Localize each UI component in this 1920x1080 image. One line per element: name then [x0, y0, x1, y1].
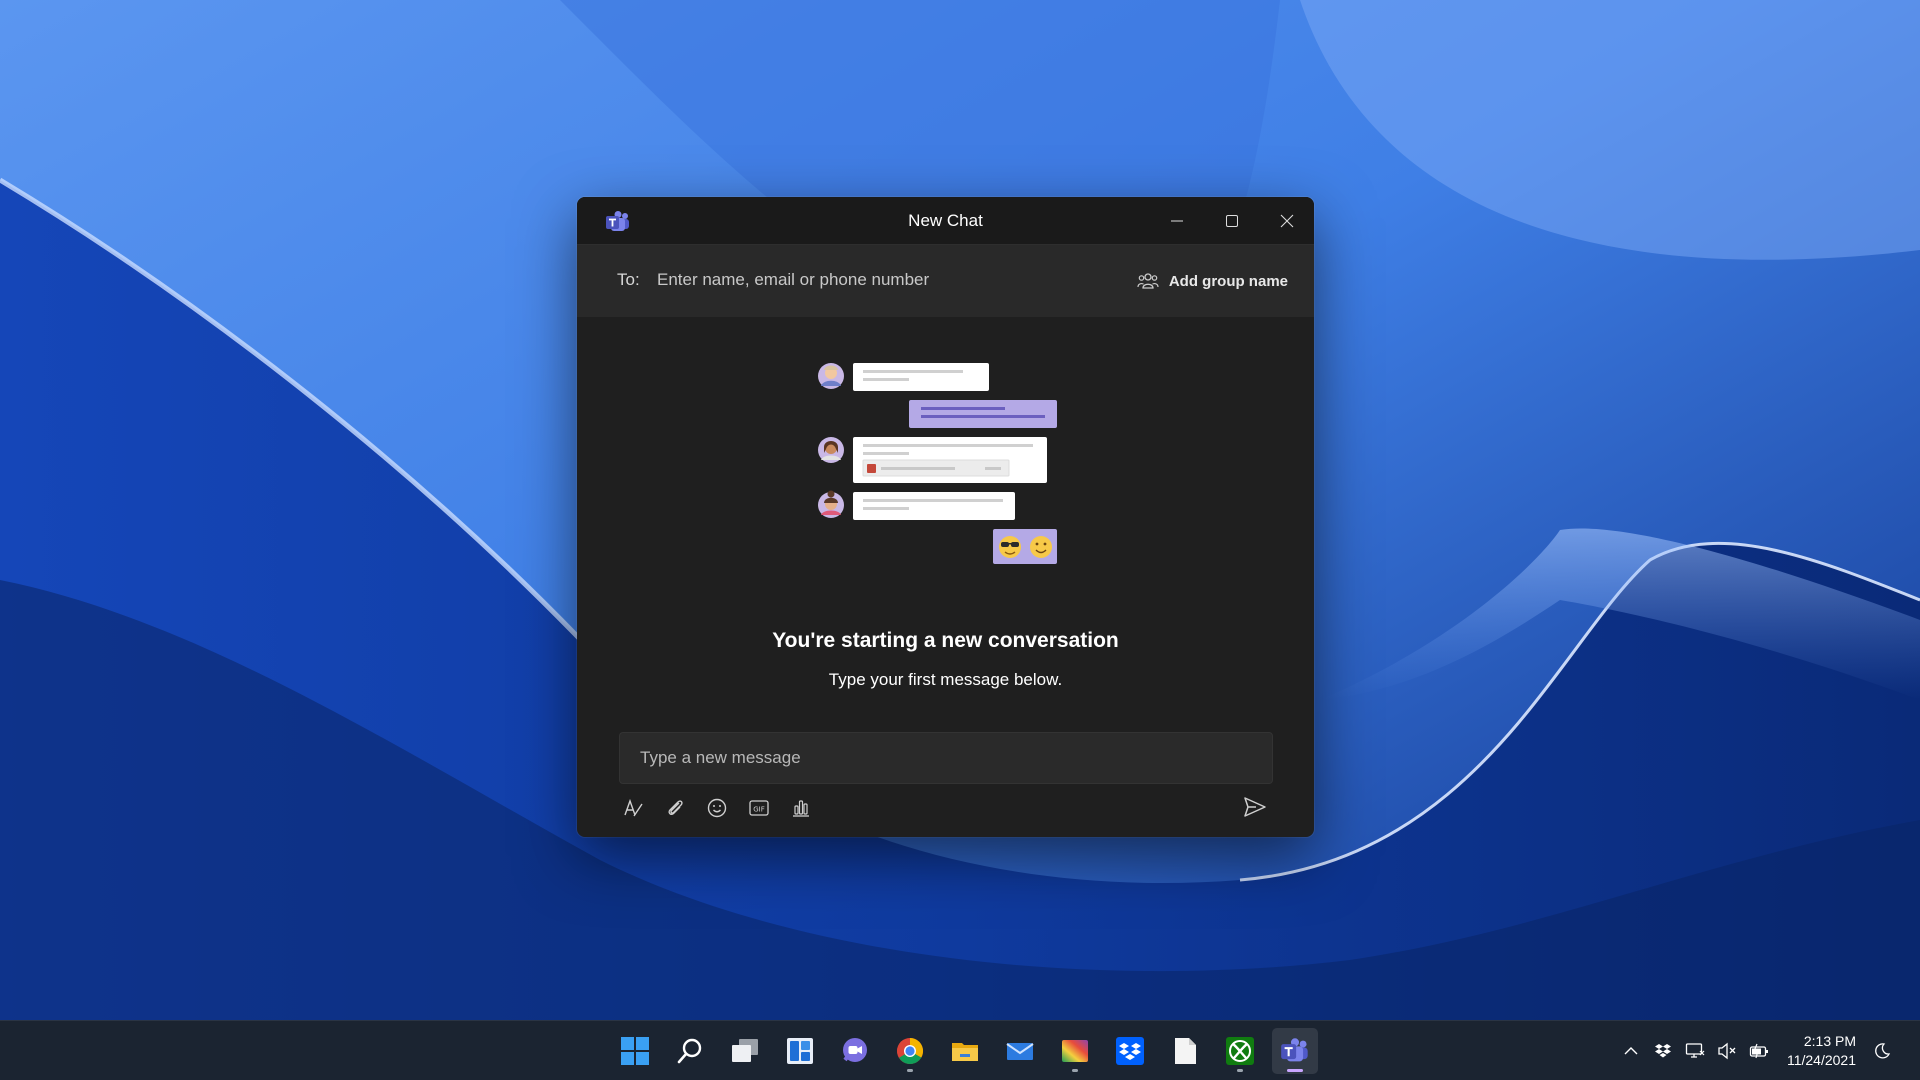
dropbox-tray-button[interactable] [1653, 1041, 1673, 1061]
gif-icon: GIF [749, 800, 769, 816]
start-icon [621, 1037, 649, 1065]
emoji-icon [707, 798, 727, 818]
photos-icon [1062, 1040, 1088, 1062]
taskbar: 2:13 PM 11/24/2021 [0, 1020, 1920, 1080]
format-button[interactable] [621, 796, 645, 820]
chrome-button[interactable] [887, 1028, 933, 1074]
format-icon [624, 798, 643, 817]
empty-state-headline: You're starting a new conversation [772, 629, 1119, 652]
show-hidden-icons-button[interactable] [1621, 1041, 1641, 1061]
task-view-button[interactable] [722, 1028, 768, 1074]
group-people-icon [1137, 273, 1159, 289]
dropbox-button[interactable] [1107, 1028, 1153, 1074]
to-label: To: [617, 270, 640, 289]
teams-icon [1281, 1038, 1308, 1062]
close-button[interactable] [1259, 197, 1314, 245]
empty-state-subline: Type your first message below. [828, 670, 1063, 689]
clock[interactable]: 2:13 PM 11/24/2021 [1787, 1032, 1856, 1070]
maximize-button[interactable] [1204, 197, 1259, 245]
chrome-icon [897, 1037, 924, 1064]
running-indicator [1072, 1069, 1078, 1072]
xbox-button[interactable] [1217, 1028, 1263, 1074]
add-group-name-label: Add group name [1168, 272, 1288, 290]
attach-button[interactable] [663, 796, 687, 820]
active-indicator [1287, 1069, 1303, 1072]
taskbar-apps [612, 1027, 1318, 1075]
volume-muted-icon [1718, 1042, 1736, 1060]
avatar-1 [818, 363, 844, 389]
clock-date: 11/24/2021 [1786, 1052, 1856, 1068]
volume-button[interactable] [1717, 1041, 1737, 1061]
task-view-icon [732, 1039, 758, 1062]
send-button[interactable] [1242, 794, 1268, 820]
sunglasses-emoji-icon [999, 536, 1021, 558]
conversation-illustration [818, 363, 1057, 564]
new-chat-window: New Chat To: Add group name [577, 197, 1314, 837]
widgets-icon [787, 1038, 813, 1064]
photos-button[interactable] [1052, 1028, 1098, 1074]
gif-button[interactable]: GIF [747, 796, 771, 820]
recipient-input[interactable] [657, 263, 1077, 297]
widgets-button[interactable] [777, 1028, 823, 1074]
xbox-icon [1226, 1037, 1254, 1065]
start-button[interactable] [612, 1028, 658, 1074]
chevron-up-icon [1624, 1047, 1638, 1055]
title-bar: New Chat [577, 197, 1314, 245]
battery-icon [1749, 1043, 1768, 1059]
attach-icon [668, 800, 683, 816]
running-indicator [1237, 1069, 1243, 1072]
battery-button[interactable] [1749, 1041, 1769, 1061]
clock-time: 2:13 PM [1803, 1033, 1856, 1049]
mail-button[interactable] [997, 1028, 1043, 1074]
chat-button[interactable] [832, 1028, 878, 1074]
teams-button[interactable] [1272, 1028, 1318, 1074]
maximize-icon [1225, 215, 1238, 227]
notepad-icon [1175, 1038, 1196, 1064]
search-icon [677, 1038, 702, 1064]
svg-text:GIF: GIF [753, 806, 765, 814]
add-group-name-button[interactable]: Add group name [1137, 267, 1288, 295]
dropbox-icon [1116, 1037, 1144, 1065]
close-icon [1280, 214, 1293, 228]
poll-icon [793, 800, 809, 817]
moon-icon [1875, 1043, 1891, 1059]
compose-box [619, 732, 1273, 784]
message-input[interactable] [620, 733, 1272, 783]
mail-icon [1006, 1043, 1034, 1060]
system-tray: 2:13 PM 11/24/2021 [1621, 1021, 1892, 1080]
file-explorer-button[interactable] [942, 1028, 988, 1074]
network-icon [1685, 1043, 1705, 1058]
send-icon [1244, 797, 1266, 817]
notifications-button[interactable] [1872, 1041, 1892, 1061]
poll-button[interactable] [789, 796, 813, 820]
compose-toolbar: GIF [621, 793, 813, 823]
minimize-button[interactable] [1149, 197, 1204, 245]
emoji-button[interactable] [705, 796, 729, 820]
chat-icon [843, 1038, 867, 1062]
avatar-2 [818, 437, 844, 463]
recipient-bar: To: Add group name [577, 245, 1314, 317]
minimize-icon [1170, 220, 1183, 222]
file-explorer-icon [952, 1043, 978, 1061]
notepad-button[interactable] [1162, 1028, 1208, 1074]
avatar-3 [818, 490, 844, 518]
network-button[interactable] [1685, 1041, 1705, 1061]
dropbox-tray-icon [1654, 1044, 1671, 1058]
taskbar-search-button[interactable] [667, 1028, 713, 1074]
running-indicator [907, 1069, 913, 1072]
smile-emoji-icon [1030, 536, 1052, 558]
